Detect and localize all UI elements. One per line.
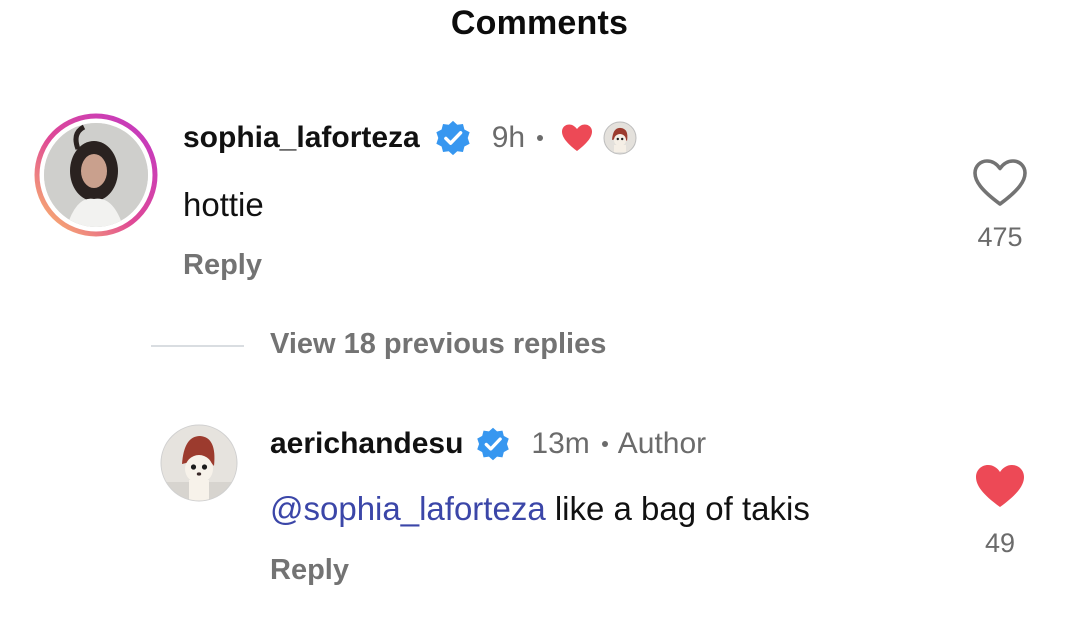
reply-button[interactable]: Reply: [270, 554, 349, 587]
verified-badge-icon: [477, 427, 510, 461]
comment-header: sophia_laforteza 9h: [183, 118, 637, 158]
comment-username[interactable]: sophia_laforteza: [183, 121, 420, 155]
replies-divider: [151, 345, 244, 347]
avatar[interactable]: [34, 113, 158, 237]
reply-username[interactable]: aerichandesu: [270, 427, 463, 461]
separator-dot: [537, 135, 544, 141]
verified-badge-icon: [436, 120, 470, 156]
reply-button[interactable]: Reply: [183, 249, 262, 282]
author-label: Author: [617, 427, 707, 460]
separator-dot: [601, 441, 608, 447]
like-heart-filled-icon[interactable]: [974, 463, 1026, 509]
like-count: 49: [984, 528, 1016, 558]
like-count: 475: [977, 222, 1023, 252]
view-previous-replies-button[interactable]: View 18 previous replies: [270, 328, 606, 361]
liked-by-author-heart-icon: [562, 124, 593, 151]
comment-text: hottie: [183, 186, 264, 223]
page-title: Comments: [450, 4, 629, 42]
author-avatar-icon: [603, 121, 637, 155]
like-heart-outline-icon[interactable]: [972, 158, 1028, 208]
reply-text-body: like a bag of takis: [545, 490, 810, 527]
reply-time: 13m: [531, 427, 590, 460]
reply-text: @sophia_laforteza like a bag of takis: [270, 490, 810, 528]
avatar[interactable]: [160, 424, 238, 502]
comment-time: 9h: [491, 121, 526, 154]
mention-link[interactable]: @sophia_laforteza: [270, 490, 546, 527]
reply-header: aerichandesu 13m Author: [270, 424, 706, 464]
